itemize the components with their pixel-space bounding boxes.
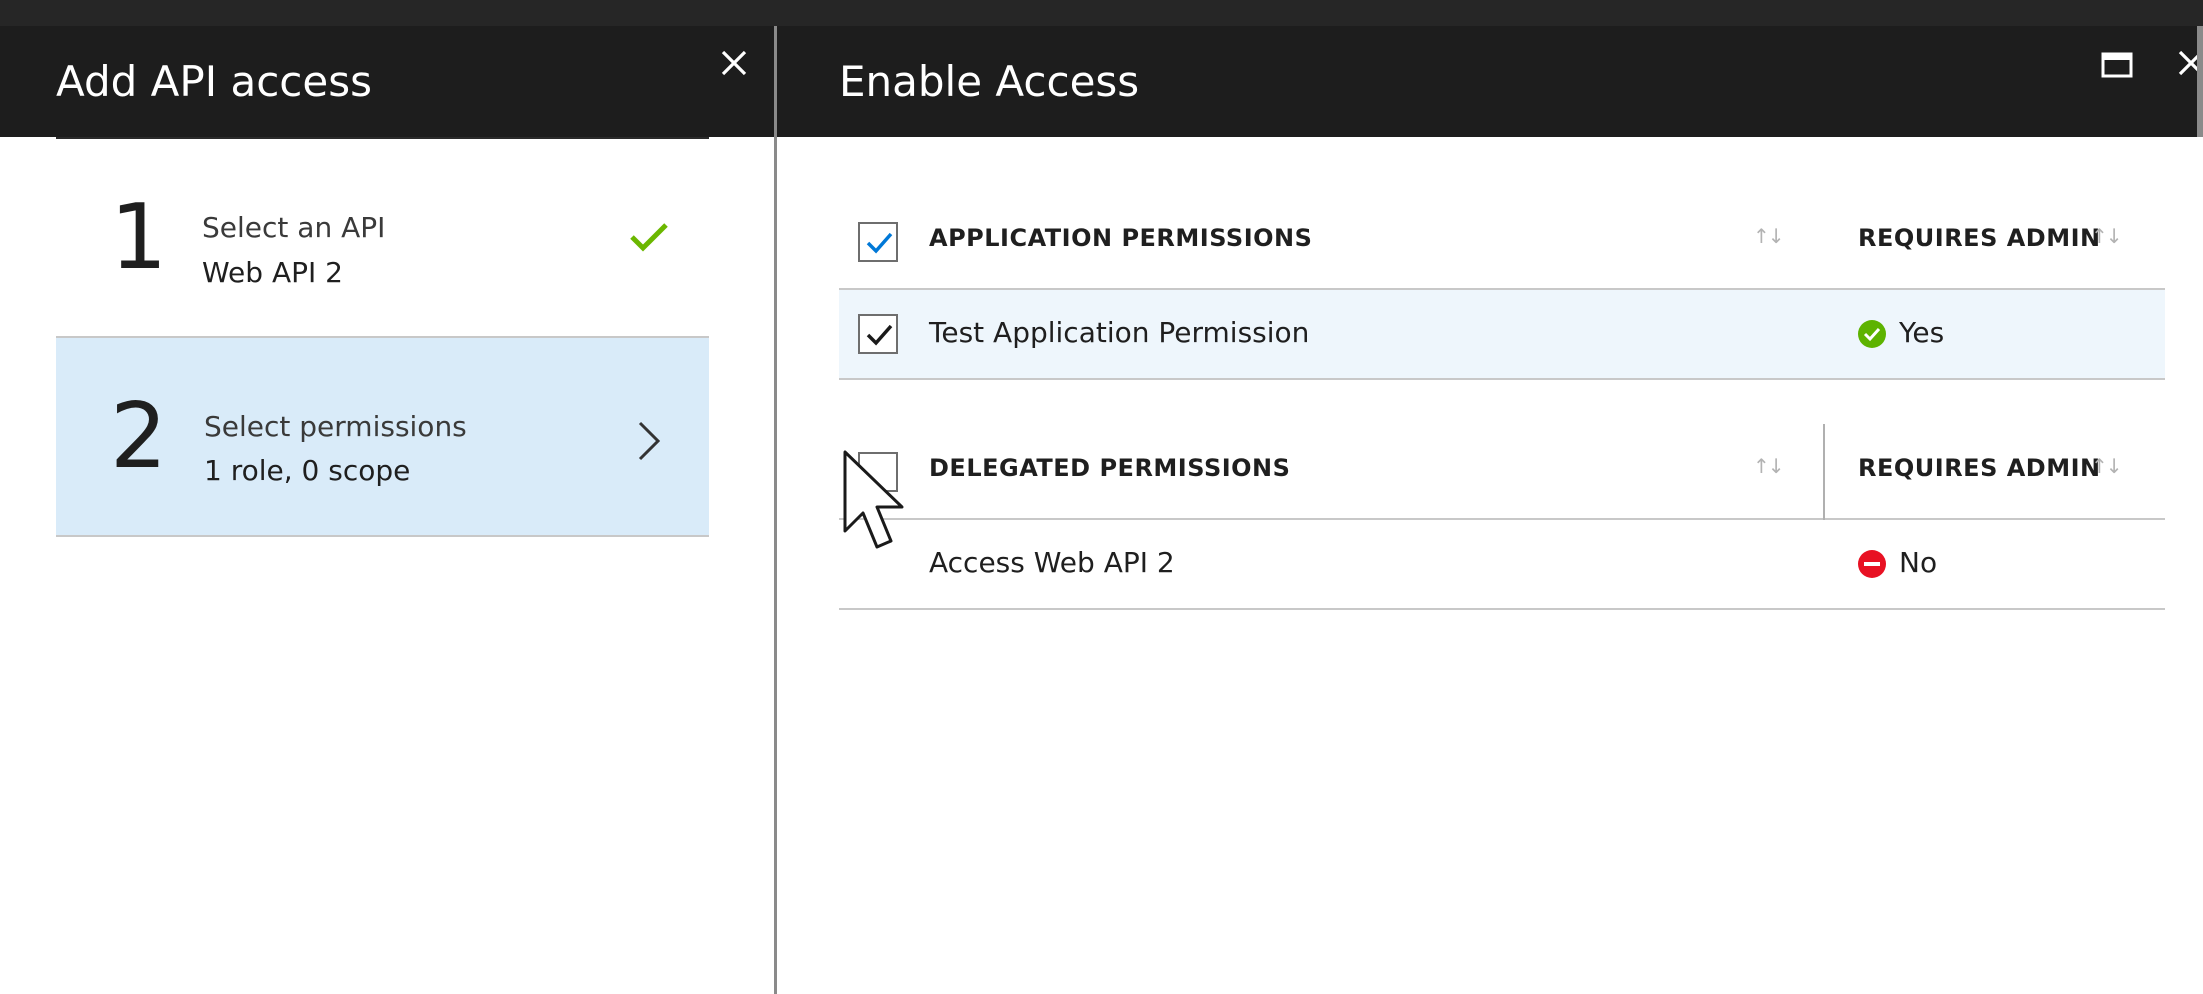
table-row[interactable]: Test Application Permission Yes [839,290,2165,380]
blade-header: Add API access [0,26,774,137]
table-row[interactable]: Access Web API 2 No [839,520,2165,610]
requires-admin-value: No [1899,546,1938,579]
application-permissions-table: APPLICATION PERMISSIONS ↑↓ REQUIRES ADMI… [839,168,2165,380]
blade-header: Enable Access [777,26,2203,137]
checkmark-icon [628,219,670,259]
maximize-icon[interactable] [2100,50,2134,80]
permission-name: Test Application Permission [929,316,1310,349]
sort-icon[interactable]: ↑↓ [1753,224,1784,248]
table-header: APPLICATION PERMISSIONS ↑↓ REQUIRES ADMI… [839,168,2165,290]
top-strip [0,0,2203,26]
step-value: Web API 2 [202,256,343,289]
green-check-circle-icon [1858,320,1886,352]
column-header-requires-admin[interactable]: REQUIRES ADMIN [1858,454,2101,482]
select-all-checkbox[interactable] [858,222,898,262]
delegated-permissions-table: DELEGATED PERMISSIONS ↑↓ REQUIRES ADMIN … [839,398,2165,610]
step-select-api[interactable]: 1 Select an API Web API 2 [56,139,709,338]
row-checkbox[interactable] [858,314,898,354]
requires-admin-value: Yes [1899,316,1945,349]
step-label: Select an API [202,211,386,244]
close-icon[interactable] [718,47,750,79]
step-label: Select permissions [204,410,467,443]
blade-title: Enable Access [839,57,1140,106]
sort-icon[interactable]: ↑↓ [1753,454,1784,478]
column-header-permissions[interactable]: DELEGATED PERMISSIONS [929,454,1290,482]
screen: Add API access 1 Select an API Web API 2… [0,0,2203,994]
column-header-requires-admin[interactable]: REQUIRES ADMIN [1858,224,2101,252]
column-header-permissions[interactable]: APPLICATION PERMISSIONS [929,224,1312,252]
add-api-access-blade: Add API access 1 Select an API Web API 2… [0,26,774,994]
chevron-right-icon[interactable] [636,420,662,466]
permission-name: Access Web API 2 [929,546,1175,579]
sort-icon[interactable]: ↑↓ [2091,454,2122,478]
column-resize-handle[interactable] [1823,424,1825,520]
step-number: 1 [110,185,168,290]
enable-access-blade: Enable Access APPLICATION PERMISSIONS ↑↓… [777,26,2203,994]
blade-title: Add API access [56,57,372,106]
mouse-cursor-icon [842,449,912,563]
step-select-permissions[interactable]: 2 Select permissions 1 role, 0 scope [56,338,709,537]
step-value: 1 role, 0 scope [204,454,411,487]
table-header: DELEGATED PERMISSIONS ↑↓ REQUIRES ADMIN … [839,398,2165,520]
window-edge-gap [2195,137,2203,994]
step-number: 2 [110,384,168,489]
red-minus-circle-icon [1858,550,1886,582]
sort-icon[interactable]: ↑↓ [2091,224,2122,248]
